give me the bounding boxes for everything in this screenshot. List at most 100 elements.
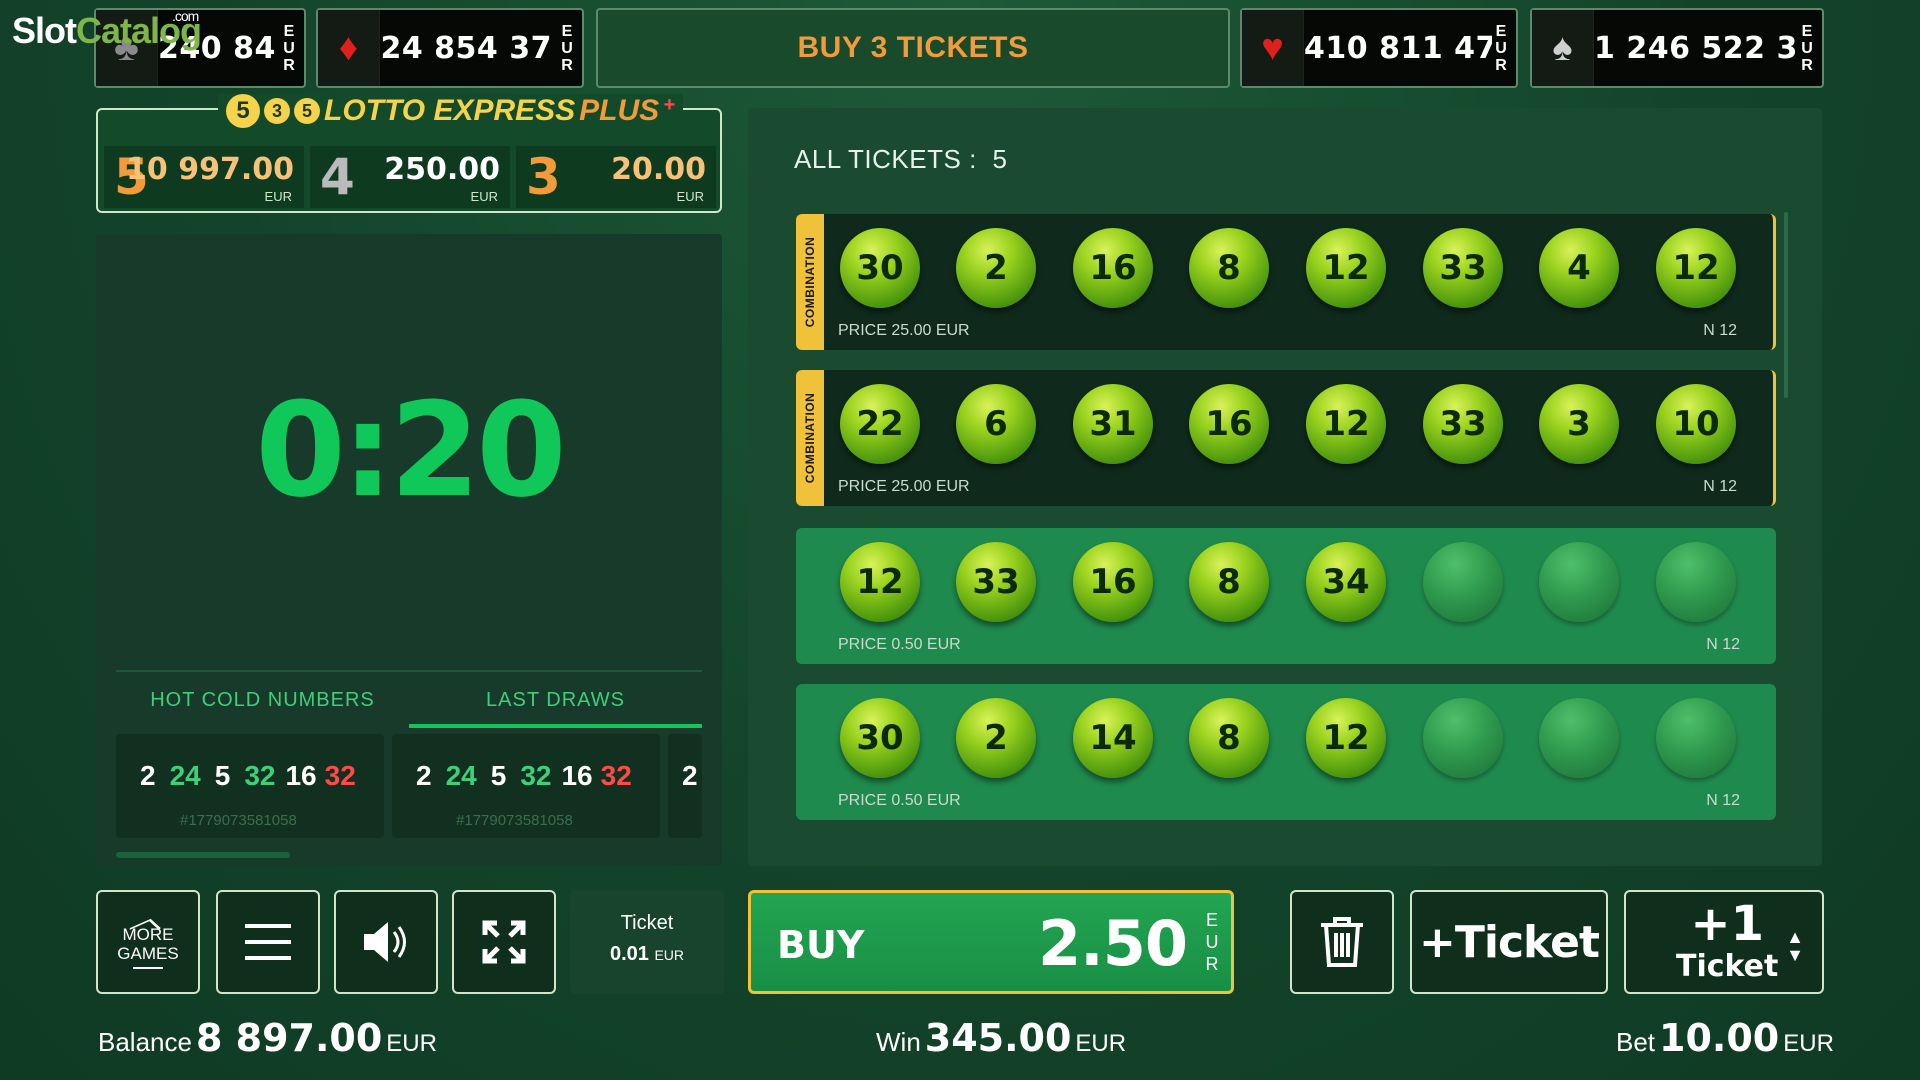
plus-one-ticket-button[interactable]: +1 Ticket ▲ ▼ [1624, 890, 1824, 994]
jackpot-amount: 1 246 522 31 [1594, 30, 1798, 66]
bet-currency: EUR [1783, 1030, 1834, 1057]
bet-display: Bet 10.00 EUR [1616, 1016, 1834, 1060]
logo-ball: 5 [226, 94, 260, 128]
logo-plus-sign: + [663, 94, 675, 116]
draw-numbers: 2 24 5 32 16 32 [416, 760, 646, 792]
tickets-scrollbar[interactable] [1784, 212, 1788, 398]
buy-label: BUY [777, 923, 865, 967]
number-ball[interactable]: 2 [956, 228, 1036, 308]
number-ball[interactable]: 6 [956, 384, 1036, 464]
all-tickets-label: ALL TICKETS : [794, 144, 977, 174]
draw-numbers: 2 [682, 760, 702, 792]
prize-cell: 4 250.00 EUR [310, 146, 510, 208]
number-ball[interactable]: 12 [1306, 384, 1386, 464]
draw-id: #1779073581058 [456, 812, 573, 829]
ticket-row[interactable]: 30 2 14 8 12 PRICE 0.50 EUR N 12 [796, 684, 1776, 820]
number-ball[interactable]: 30 [840, 228, 920, 308]
combination-tag: COMBINATION [796, 370, 824, 506]
number-ball[interactable]: 16 [1073, 542, 1153, 622]
fullscreen-button[interactable] [452, 890, 556, 994]
delete-tickets-button[interactable] [1290, 890, 1394, 994]
stepper-arrows-icon[interactable]: ▲ ▼ [1786, 928, 1804, 964]
empty-ball-slot[interactable] [1539, 542, 1619, 622]
ticket-row[interactable]: 12 33 16 8 34 PRICE 0.50 EUR N 12 [796, 528, 1776, 664]
draw-number: 16 [561, 760, 593, 791]
tab-last-draws[interactable]: LAST DRAWS [409, 672, 702, 728]
empty-ball-slot[interactable] [1423, 698, 1503, 778]
ticket-price-selector[interactable]: Ticket 0.01 EUR [570, 890, 724, 994]
watermark-name-a: Slot [12, 10, 77, 51]
prize-value: 10 997.00 [126, 152, 294, 187]
draw-number: 24 [445, 760, 477, 791]
jackpot-amount: 410 811 47 [1304, 30, 1492, 66]
prize-cell: 5 10 997.00 EUR [104, 146, 304, 208]
prize-value: 20.00 [611, 152, 706, 187]
draws-scrollbar[interactable] [116, 852, 290, 858]
more-games-button[interactable]: MORE GAMES [96, 890, 200, 994]
tab-hot-cold-numbers[interactable]: HOT COLD NUMBERS [116, 672, 409, 728]
number-ball[interactable]: 34 [1306, 542, 1386, 622]
number-ball[interactable]: 12 [1656, 228, 1736, 308]
number-ball[interactable]: 12 [1306, 228, 1386, 308]
number-ball[interactable]: 33 [956, 542, 1036, 622]
plus-one-text: +1 Ticket [1676, 898, 1778, 984]
balance-display: Balance 8 897.00 EUR [98, 1016, 437, 1060]
speaker-icon [364, 922, 406, 962]
sound-button[interactable] [334, 890, 438, 994]
number-ball[interactable]: 16 [1189, 384, 1269, 464]
add-ticket-label: +Ticket [1419, 916, 1600, 968]
number-ball[interactable]: 12 [1306, 698, 1386, 778]
balance-currency: EUR [386, 1030, 437, 1057]
stats-tabs: HOT COLD NUMBERS LAST DRAWS [116, 670, 702, 728]
bet-label: Bet [1616, 1027, 1656, 1057]
jackpot-currency: EUR [561, 22, 573, 74]
number-ball[interactable]: 10 [1656, 384, 1736, 464]
balance-label: Balance [98, 1027, 192, 1057]
heart-icon: ♥ [1242, 10, 1304, 86]
empty-ball-slot[interactable] [1656, 698, 1736, 778]
ticket-number: N 12 [1706, 792, 1740, 809]
win-label: Win [876, 1027, 921, 1057]
number-ball[interactable]: 30 [840, 698, 920, 778]
number-ball[interactable]: 8 [1189, 228, 1269, 308]
last-draw-card[interactable]: 2 24 5 32 16 32 #1779073581058 [392, 734, 660, 838]
logo-text-plus: PLUS [579, 94, 660, 127]
number-ball[interactable]: 22 [840, 384, 920, 464]
number-ball[interactable]: 3 [1539, 384, 1619, 464]
empty-ball-slot[interactable] [1423, 542, 1503, 622]
logo-text: LOTTO EXPRESS [324, 94, 576, 127]
ticket-row[interactable]: COMBINATION 30 2 16 8 12 33 4 12 PRICE 25.00 EUR N… [796, 214, 1776, 350]
last-draw-card[interactable]: 2 [668, 734, 702, 838]
number-ball[interactable]: 14 [1073, 698, 1153, 778]
win-currency: EUR [1075, 1030, 1127, 1057]
jackpot-diamonds: ♦ 24 854 37 EUR [316, 8, 584, 88]
ticket-row[interactable]: COMBINATION 22 6 31 16 12 33 3 10 PRICE 25.00 EUR… [796, 370, 1776, 506]
number-ball[interactable]: 4 [1539, 228, 1619, 308]
number-ball[interactable]: 33 [1423, 228, 1503, 308]
add-ticket-button[interactable]: +Ticket [1410, 890, 1608, 994]
draw-numbers: 2 24 5 32 16 32 [140, 760, 370, 792]
draw-number: 5 [214, 760, 231, 791]
number-ball[interactable]: 31 [1073, 384, 1153, 464]
ticket-price: PRICE 25.00 EUR [838, 322, 970, 339]
empty-ball-slot[interactable] [1539, 698, 1619, 778]
number-ball[interactable]: 33 [1423, 384, 1503, 464]
number-ball[interactable]: 16 [1073, 228, 1153, 308]
last-draw-card[interactable]: 2 24 5 32 16 32 #1779073581058 [116, 734, 384, 838]
plus-one-label: +1 [1690, 896, 1764, 952]
prize-currency: EUR [264, 189, 292, 204]
draw-number: 32 [324, 760, 356, 791]
buy-button[interactable]: BUY 2.50 EUR [748, 890, 1234, 994]
number-ball[interactable]: 12 [840, 542, 920, 622]
empty-ball-slot[interactable] [1656, 542, 1736, 622]
ticket-price: PRICE 0.50 EUR [838, 792, 961, 809]
buy-tickets-banner[interactable]: BUY 3 TICKETS [596, 8, 1230, 88]
buy-amount: 2.50 [1038, 907, 1188, 980]
balance-value: 8 897.00 [195, 1016, 383, 1060]
watermark-logo: SlotCatalog .com [12, 8, 202, 52]
ticket-price: PRICE 25.00 EUR [838, 478, 970, 495]
number-ball[interactable]: 8 [1189, 698, 1269, 778]
number-ball[interactable]: 2 [956, 698, 1036, 778]
number-ball[interactable]: 8 [1189, 542, 1269, 622]
menu-button[interactable] [216, 890, 320, 994]
